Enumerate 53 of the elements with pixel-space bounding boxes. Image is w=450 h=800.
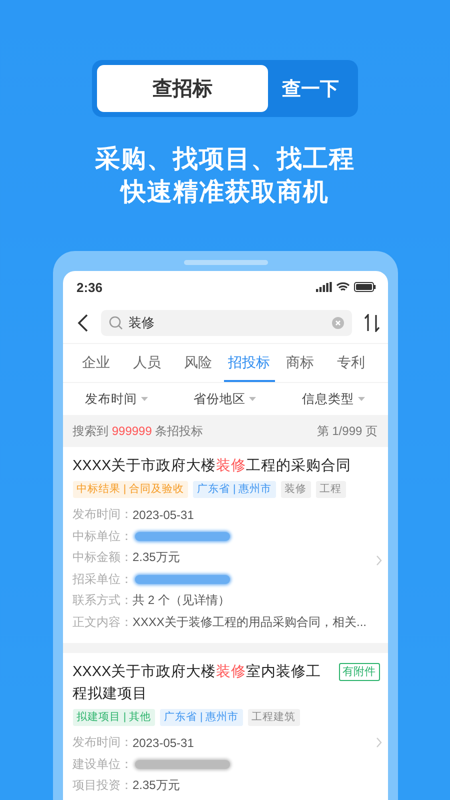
tag: 装修 — [280, 481, 311, 498]
result-title: XXXX关于市政府大楼装修工程的采购合同 — [72, 456, 352, 476]
filter-dropdown[interactable]: 信息类型 — [302, 390, 365, 408]
tagline-text: 快速精准获取商机 — [121, 177, 329, 208]
field-value: 共 2 个（见详情） — [132, 592, 230, 610]
caret-icon — [141, 397, 148, 401]
field-label: 建设单位： — [72, 756, 132, 773]
field-label: 发布时间： — [72, 506, 132, 524]
field-label: 中标金额： — [72, 549, 132, 566]
chevron-right-icon — [376, 737, 382, 748]
tagline-text: 采购、找项目、找工程 — [95, 144, 355, 175]
caret-icon — [249, 397, 256, 401]
field-label: 项目投资： — [72, 777, 132, 794]
field-label: 正文内容： — [72, 614, 132, 631]
result-title: XXXX关于市政府大楼装修室内装修工程拟建项目 — [72, 662, 322, 704]
page-indicator: 第 1/999 页 — [316, 422, 378, 440]
tag: 拟建项目 | 其他 — [72, 709, 156, 726]
back-icon — [76, 314, 88, 332]
toggle-option[interactable]: 查招标 — [97, 65, 268, 112]
attachment-badge: 有附件 — [338, 663, 380, 681]
field-label: 发布时间： — [72, 734, 132, 752]
category-tab[interactable]: 人员 — [122, 344, 172, 382]
wifi-icon — [336, 282, 350, 292]
field-value: 2.35万元 — [132, 549, 180, 566]
clear-icon — [332, 317, 344, 329]
field-label: 中标单位： — [72, 528, 132, 545]
tag: 广东省 | 惠州市 — [160, 709, 243, 726]
tag: 中标结果 | 合同及验收 — [72, 481, 188, 498]
category-tab[interactable]: 专利 — [326, 344, 376, 382]
toggle-option[interactable]: 查一下 — [268, 66, 353, 112]
field-value: 2023-05-31 — [132, 508, 194, 522]
category-tab[interactable]: 商标 — [274, 344, 326, 382]
field-label: 联系方式： — [72, 592, 132, 610]
field-value: 2.35万元 — [132, 777, 180, 794]
chevron-right-icon — [376, 554, 382, 566]
search-field[interactable]: 装修 — [100, 310, 352, 336]
status-time: 2:36 — [76, 280, 103, 294]
signal-icon — [316, 282, 332, 292]
filter-dropdown[interactable]: 省份地区 — [193, 390, 256, 408]
tag: 广东省 | 惠州市 — [193, 481, 276, 498]
field-label: 招采单位： — [72, 570, 132, 588]
tag: 工程建筑 — [248, 709, 300, 726]
field-value: XXXX关于装修工程的用品采购合同，相关... — [132, 614, 367, 631]
sort-icon — [364, 314, 380, 332]
category-tab[interactable]: 企业 — [70, 344, 122, 382]
tag: 工程 — [316, 481, 346, 498]
search-icon — [108, 316, 122, 330]
battery-icon — [354, 282, 376, 292]
filter-dropdown[interactable]: 发布时间 — [85, 390, 148, 408]
caret-icon — [358, 397, 365, 401]
category-tab[interactable]: 风险 — [172, 344, 224, 382]
field-value: 2023-05-31 — [132, 736, 194, 750]
result-count-text: 搜索到 999999 条招投标 — [72, 422, 204, 440]
